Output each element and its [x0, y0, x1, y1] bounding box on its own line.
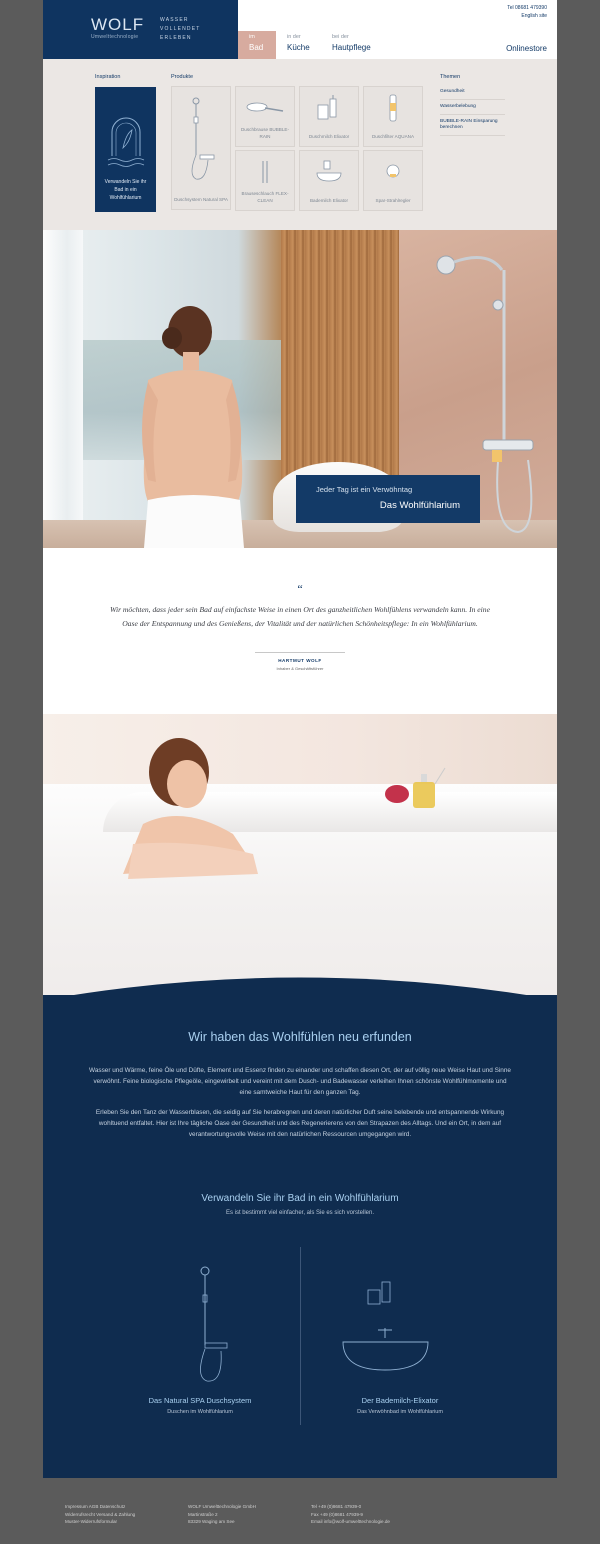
- intro-paragraph: Erleben Sie den Tanz der Wasserblasen, d…: [95, 1109, 505, 1138]
- product-aquana[interactable]: Duschfilter AQUANA: [363, 86, 423, 147]
- hero-caption-line2: Das Wohlfühlarium: [379, 500, 460, 511]
- feature-title: Das Natural SPA Duschsystem: [148, 1396, 252, 1405]
- tagline: WASSER VOLLENDET ERLEBEN: [160, 16, 201, 43]
- product-flex-clean[interactable]: Brauseschlauch FLEX-CLEAN: [235, 150, 295, 211]
- quote-text: Wir möchten, dass jeder sein Bad auf ein…: [110, 605, 490, 628]
- feature-subtitle: Duschen im Wohlfühlarium: [167, 1409, 233, 1415]
- theme-item[interactable]: BUBBLE-RAIN Einsparung berechnen: [440, 115, 505, 136]
- bath-milk-icon: [316, 160, 342, 182]
- shower-milk-icon: [317, 95, 337, 120]
- phone-link[interactable]: Tel 08681 479390: [507, 4, 547, 12]
- tab-hautpflege[interactable]: bei der Hautpflege: [332, 31, 392, 59]
- intro-paragraph: Wasser und Wärme, feine Öle und Düfte, E…: [89, 1067, 511, 1096]
- product-label: Duschmilch Elixator: [308, 134, 350, 139]
- quote-mark: “: [297, 582, 303, 596]
- product-natural-spa[interactable]: Duschsystem Natural SPA: [171, 86, 231, 210]
- mega-menu: Inspiration Verwandeln Sie ihr Bad in ei…: [43, 59, 557, 230]
- product-spar-strahlregler[interactable]: Spar-Strahlregler: [363, 150, 423, 211]
- transform-subtitle: Es ist bestimmt viel einfacher, als Sie …: [225, 1210, 375, 1216]
- tagline-line: VOLLENDET: [160, 26, 201, 32]
- product-bademilch[interactable]: Bademilch Elixator: [299, 150, 359, 211]
- shower-system-icon[interactable]: [183, 1265, 243, 1385]
- footer-link[interactable]: Muster-Widerrufsformular: [65, 1518, 135, 1526]
- shower-head-icon: [246, 102, 284, 112]
- bath-bottles: [385, 767, 446, 808]
- hero-caption-line1: Jeder Tag ist ein Verwöhntag: [316, 485, 413, 494]
- woman-in-bath: [123, 738, 258, 879]
- bath-milk-icon[interactable]: [338, 1280, 433, 1380]
- footer-link[interactable]: Impressum AGB Datenschutz: [65, 1503, 135, 1511]
- tab-label: Hautpflege: [332, 43, 371, 52]
- footer-text: Martinstraße 2: [188, 1511, 218, 1517]
- tab-bad[interactable]: im Bad: [238, 31, 276, 64]
- shower-hose-icon: [262, 161, 268, 183]
- feature-bath[interactable]: Der Bademilch-Elixator Das Verwöhnbad im…: [300, 1396, 500, 1415]
- tab-kueche[interactable]: in der Küche: [287, 31, 327, 59]
- theme-item[interactable]: Gesundheit: [440, 85, 505, 100]
- tab-prefix: im: [249, 34, 255, 40]
- transform-title: Verwandeln Sie ihr Bad in ein Wohlfühlar…: [201, 1193, 399, 1204]
- inspiration-card[interactable]: Verwandeln Sie ihr Bad in ein Wohlfühlar…: [95, 87, 156, 212]
- themes-list: Gesundheit Wasserbelebung BUBBLE-RAIN Ei…: [440, 85, 505, 136]
- hero-image-shower: Jeder Tag ist ein Verwöhntag Das Wohlfüh…: [43, 230, 557, 548]
- intro-title: Wir haben das Wohlfühlen neu erfunden: [188, 1030, 412, 1044]
- footer-text: Tel +49 (0)8681 47939-0: [311, 1504, 362, 1509]
- woman-figure: [142, 306, 244, 548]
- footer-link[interactable]: Widerrufsrecht Versand & Zahlung: [65, 1511, 135, 1519]
- tab-label: Bad: [249, 43, 264, 52]
- product-label: Bademilch Elixator: [309, 198, 349, 203]
- curtain: [43, 230, 83, 548]
- footer-text: 83329 Waging am See: [188, 1519, 235, 1524]
- shower-filter-icon: [389, 94, 397, 122]
- quote-author-role: Inhaber & Geschäftsführer: [276, 666, 324, 671]
- product-duschmilch[interactable]: Duschmilch Elixator: [299, 86, 359, 147]
- arch-feather-icon: [107, 117, 145, 167]
- feature-title: Der Bademilch-Elixator: [361, 1396, 439, 1405]
- inspiration-heading: Inspiration: [95, 74, 121, 80]
- shower-system-icon: [191, 97, 215, 180]
- footer-text: WOLF Umwelttechnologie GmbH: [188, 1504, 256, 1509]
- page: WOLF Umwelttechnologie WASSER VOLLENDET …: [43, 0, 557, 1544]
- product-label: Duschfilter AQUANA: [371, 134, 415, 139]
- tagline-line: WASSER: [160, 17, 189, 23]
- footer-links: Impressum AGB Datenschutz Widerrufsrecht…: [65, 1503, 135, 1526]
- header: WOLF Umwelttechnologie WASSER VOLLENDET …: [43, 0, 557, 64]
- tab-prefix: in der: [287, 34, 301, 40]
- theme-item[interactable]: Wasserbelebung: [440, 100, 505, 115]
- themes-heading: Themen: [440, 74, 461, 80]
- footer-address: WOLF Umwelttechnologie GmbH Martinstraße…: [188, 1503, 256, 1526]
- quote-section: “ Wir möchten, dass jeder sein Bad auf e…: [43, 548, 557, 714]
- logo-subtitle: Umwelttechnologie: [91, 34, 139, 40]
- hero-caption-box[interactable]: Jeder Tag ist ein Verwöhntag Das Wohlfüh…: [296, 475, 480, 523]
- intro-section: Wir haben das Wohlfühlen neu erfunden Wa…: [43, 995, 557, 1478]
- tagline-line: ERLEBEN: [160, 35, 192, 41]
- quote-divider: [255, 652, 345, 653]
- product-label: Brauseschlauch FLEX-CLEAN: [241, 191, 289, 203]
- logo[interactable]: WOLF: [91, 15, 144, 35]
- footer-contact: Tel +49 (0)8681 47939-0 Fax +49 (0)8681 …: [311, 1503, 390, 1526]
- feature-shower[interactable]: Das Natural SPA Duschsystem Duschen im W…: [100, 1396, 300, 1415]
- tab-label: Küche: [287, 43, 310, 52]
- quote-author: HARTMUT WOLF: [278, 658, 322, 663]
- footer-text: Fax +49 (0)8681 47939-9: [311, 1511, 363, 1517]
- product-label: Spar-Strahlregler: [375, 198, 411, 203]
- tab-prefix: bei der: [332, 34, 349, 40]
- product-label: Duschbrause BUBBLE-RAIN: [240, 127, 289, 139]
- inspiration-card-text: Verwandeln Sie ihr Bad in ein Wohlfühlar…: [104, 179, 147, 201]
- footer-email-link[interactable]: Email info@wolf-umwelttechnologie.de: [311, 1518, 390, 1526]
- english-site-link[interactable]: English site: [507, 12, 547, 20]
- aerator-icon: [386, 164, 400, 178]
- onlinestore-link[interactable]: Onlinestore: [506, 44, 547, 53]
- footer: Impressum AGB Datenschutz Widerrufsrecht…: [43, 1478, 557, 1544]
- product-label: Duschsystem Natural SPA: [174, 197, 228, 202]
- top-right-links: Tel 08681 479390 English site: [507, 4, 547, 20]
- product-bubble-rain[interactable]: Duschbrause BUBBLE-RAIN: [235, 86, 295, 147]
- brand-block[interactable]: WOLF Umwelttechnologie WASSER VOLLENDET …: [43, 0, 238, 59]
- feature-subtitle: Das Verwöhnbad im Wohlfühlarium: [357, 1409, 443, 1415]
- products-heading: Produkte: [171, 74, 194, 80]
